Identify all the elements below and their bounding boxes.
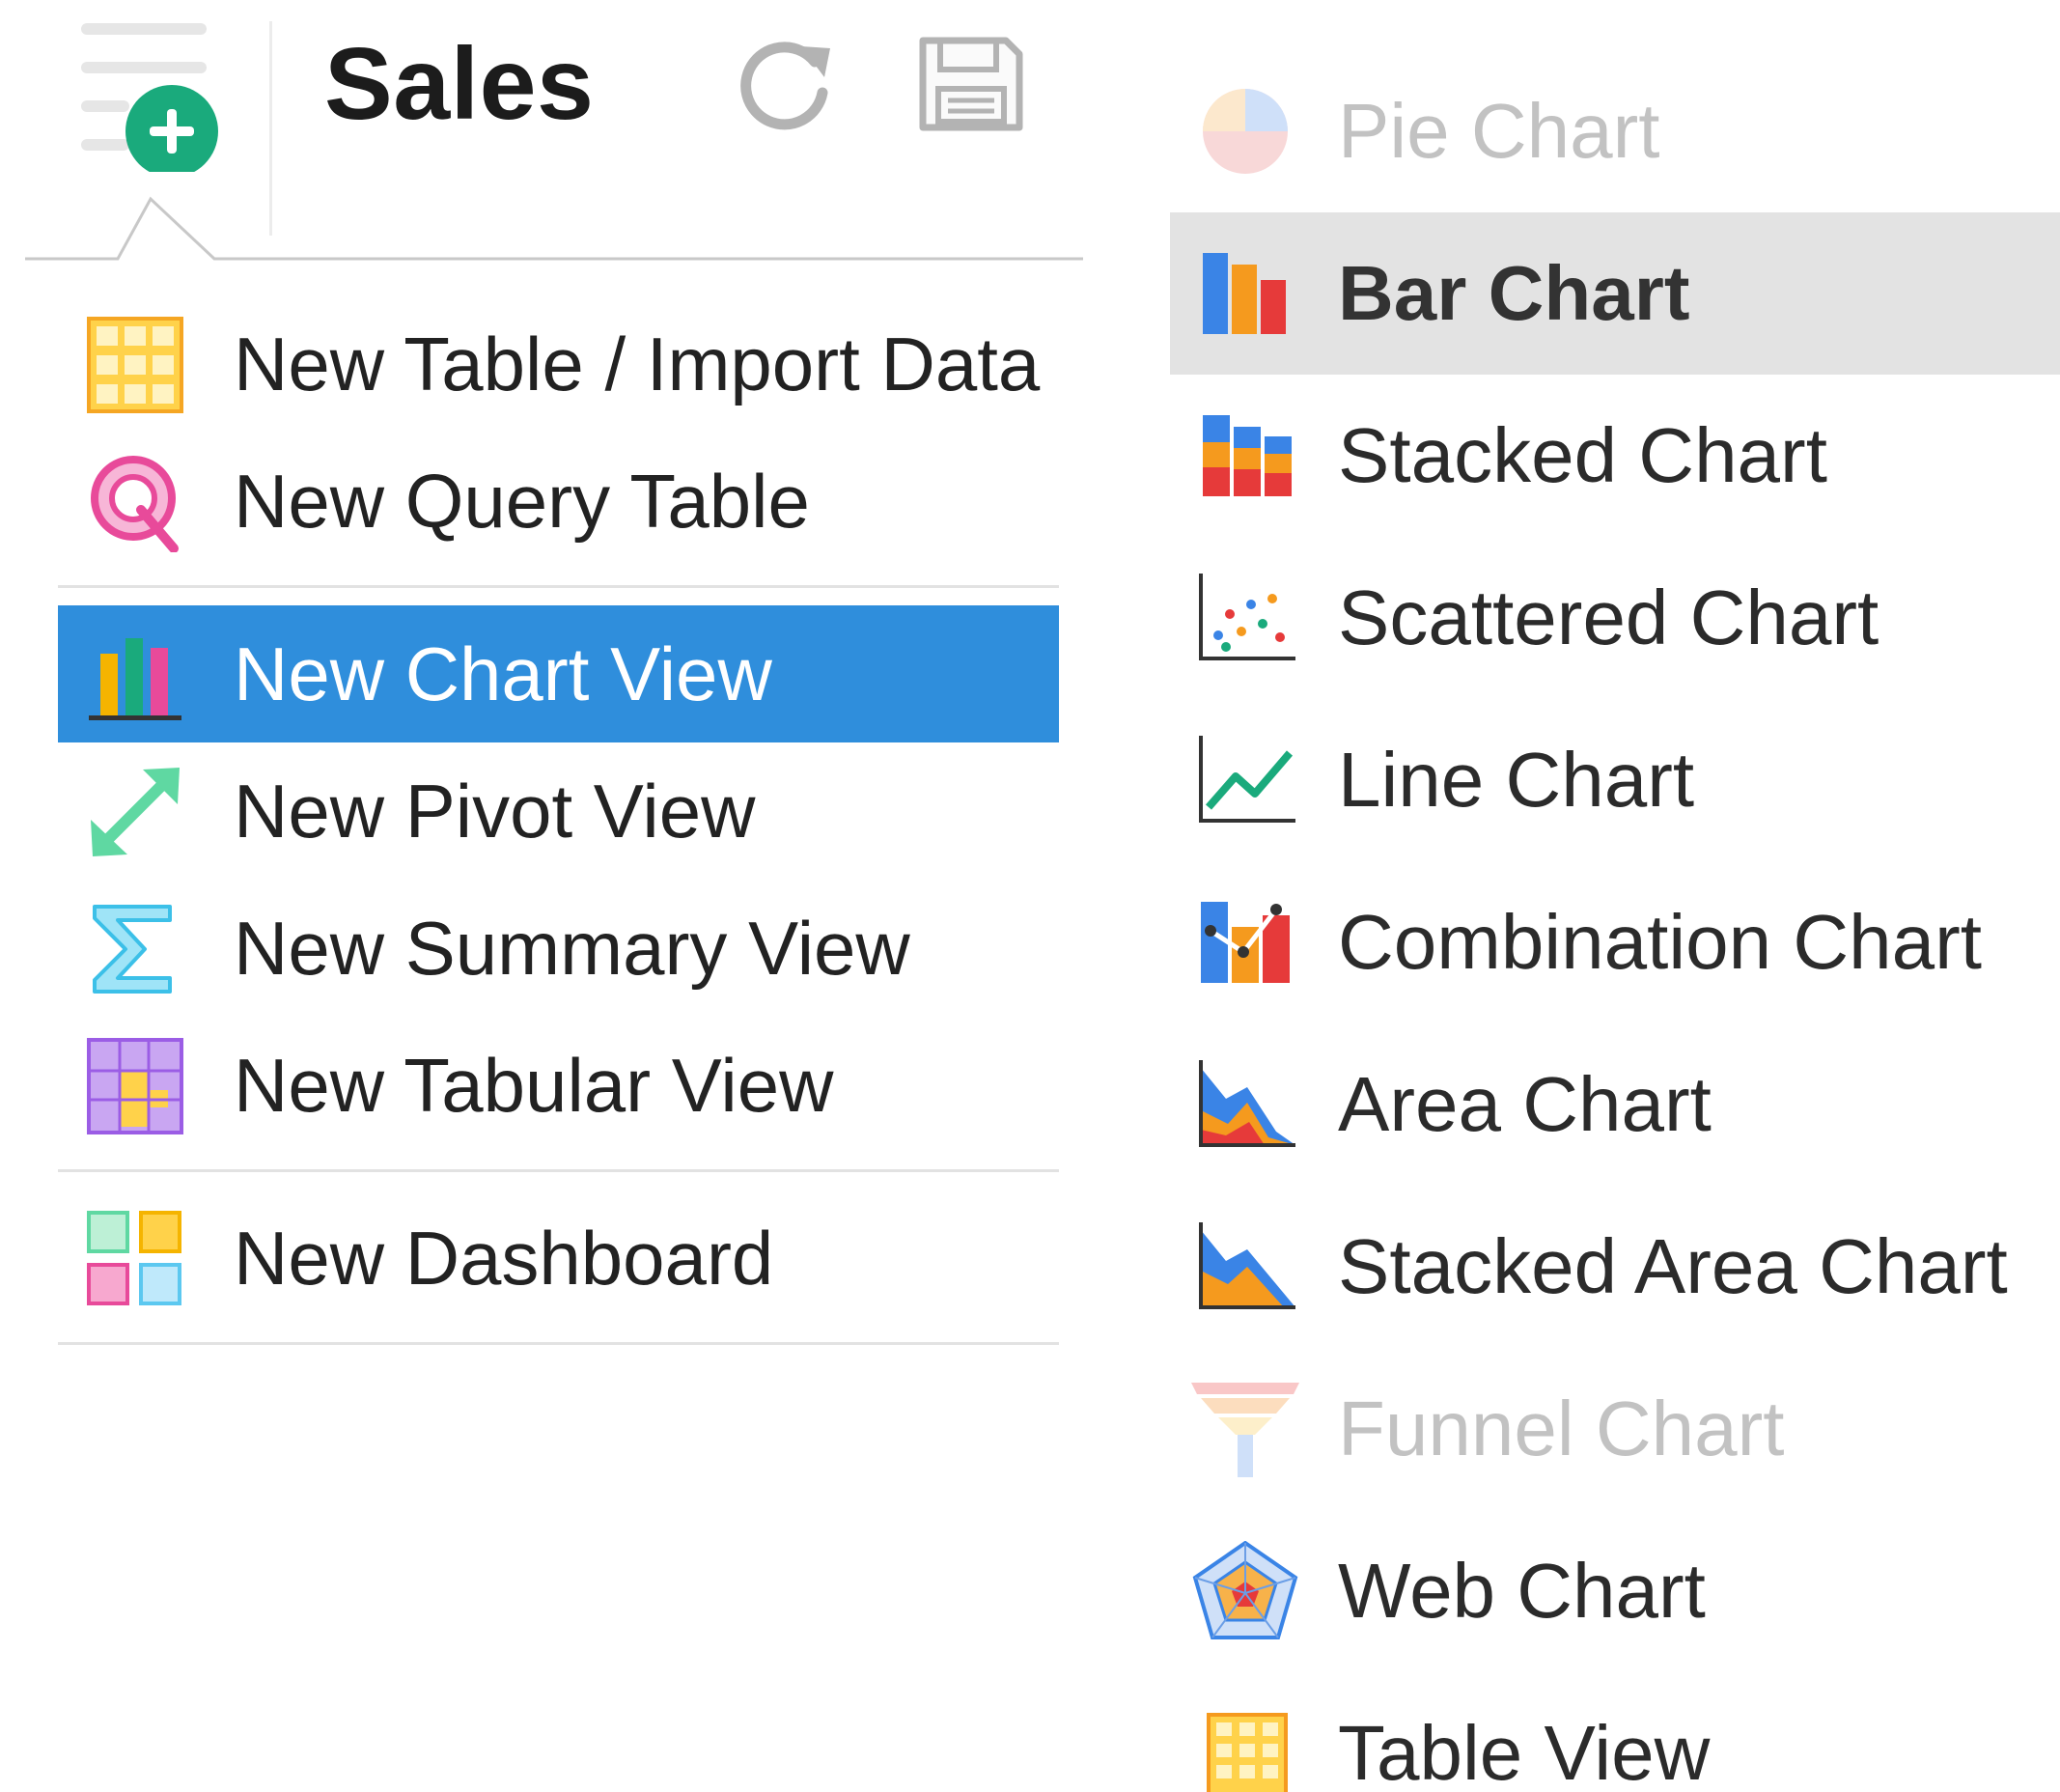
- menu-item-label: New Query Table: [234, 459, 810, 544]
- area-chart-icon: [1199, 1060, 1295, 1147]
- chart-option-label: Bar Chart: [1338, 250, 1690, 336]
- menu-item-new-tabular-view[interactable]: New Tabular View: [58, 1017, 1059, 1154]
- chart-option-web[interactable]: Web Chart: [1170, 1510, 2060, 1672]
- menu-divider: [58, 1169, 1059, 1172]
- menu-item-new-pivot-view[interactable]: New Pivot View: [58, 742, 1059, 880]
- chart-option-label: Stacked Chart: [1338, 412, 1827, 498]
- menu-item-new-dashboard[interactable]: New Dashboard: [58, 1190, 1059, 1327]
- add-menu-button[interactable]: [75, 17, 230, 178]
- chart-option-label: Funnel Chart: [1338, 1386, 1785, 1471]
- chart-option-bar[interactable]: Bar Chart: [1170, 212, 2060, 375]
- stacked-bar-chart-icon: [1203, 415, 1292, 496]
- menu-item-label: New Pivot View: [234, 769, 756, 854]
- menu-item-new-chart-view[interactable]: New Chart View: [58, 605, 1059, 742]
- add-menu-icon: [81, 23, 218, 178]
- refresh-icon: [740, 42, 830, 130]
- menu-item-label: New Tabular View: [234, 1043, 834, 1128]
- page-title: Sales: [324, 27, 595, 141]
- chart-option-label: Web Chart: [1338, 1548, 1706, 1634]
- chart-option-label: Combination Chart: [1338, 899, 1982, 985]
- chart-option-line[interactable]: Line Chart: [1170, 699, 2060, 861]
- pivot-arrows-icon: [91, 768, 180, 856]
- menu-item-label: New Table / Import Data: [234, 322, 1041, 406]
- chart-option-combination[interactable]: Combination Chart: [1170, 861, 2060, 1023]
- refresh-button[interactable]: [734, 33, 840, 139]
- query-icon: [91, 456, 179, 552]
- scatter-chart-icon: [1199, 574, 1295, 660]
- chart-type-submenu: Pie Chart Bar Chart Stacked Chart Scatte…: [1170, 50, 2060, 1792]
- line-chart-icon: [1199, 736, 1295, 823]
- menu-divider: [58, 585, 1059, 588]
- tabular-grid-icon: [87, 1038, 183, 1134]
- table-grid-icon: [87, 317, 183, 413]
- web-chart-icon: [1192, 1541, 1298, 1639]
- chart-option-label: Table View: [1338, 1710, 1711, 1792]
- bar-chart-icon: [1203, 253, 1286, 334]
- pie-chart-icon: [1203, 89, 1288, 174]
- funnel-chart-icon: [1191, 1383, 1299, 1477]
- chart-option-funnel[interactable]: Funnel Chart: [1170, 1348, 2060, 1510]
- combination-chart-icon: [1201, 902, 1290, 983]
- chart-option-stacked[interactable]: Stacked Chart: [1170, 375, 2060, 537]
- menu-pointer-caret: [25, 196, 1083, 261]
- chart-option-label: Scattered Chart: [1338, 574, 1879, 660]
- floppy-disk-icon: [919, 37, 1023, 131]
- chart-option-label: Stacked Area Chart: [1338, 1223, 2008, 1309]
- save-button[interactable]: [917, 33, 1025, 135]
- table-view-icon: [1207, 1713, 1288, 1792]
- menu-item-new-query-table[interactable]: New Query Table: [58, 433, 1059, 570]
- menu-divider: [58, 1342, 1059, 1345]
- menu-item-label: New Chart View: [234, 631, 772, 716]
- bar-chart-icon: [89, 638, 181, 720]
- menu-item-new-table[interactable]: New Table / Import Data: [58, 295, 1059, 433]
- dashboard-icon: [87, 1211, 181, 1305]
- menu-item-new-summary-view[interactable]: New Summary View: [58, 880, 1059, 1017]
- sigma-icon: [93, 905, 172, 994]
- stacked-area-chart-icon: [1199, 1222, 1295, 1309]
- chart-option-stacked-area[interactable]: Stacked Area Chart: [1170, 1186, 2060, 1348]
- chart-option-label: Pie Chart: [1338, 88, 1660, 174]
- chart-option-scattered[interactable]: Scattered Chart: [1170, 537, 2060, 699]
- menu-item-label: New Summary View: [234, 906, 910, 991]
- chart-option-pie[interactable]: Pie Chart: [1170, 50, 2060, 212]
- chart-option-area[interactable]: Area Chart: [1170, 1023, 2060, 1186]
- create-menu: New Table / Import Data New Query Table …: [58, 295, 1059, 1362]
- chart-option-label: Area Chart: [1338, 1061, 1712, 1147]
- menu-item-label: New Dashboard: [234, 1216, 774, 1301]
- chart-option-table-view[interactable]: Table View: [1170, 1672, 2060, 1792]
- chart-option-label: Line Chart: [1338, 737, 1695, 823]
